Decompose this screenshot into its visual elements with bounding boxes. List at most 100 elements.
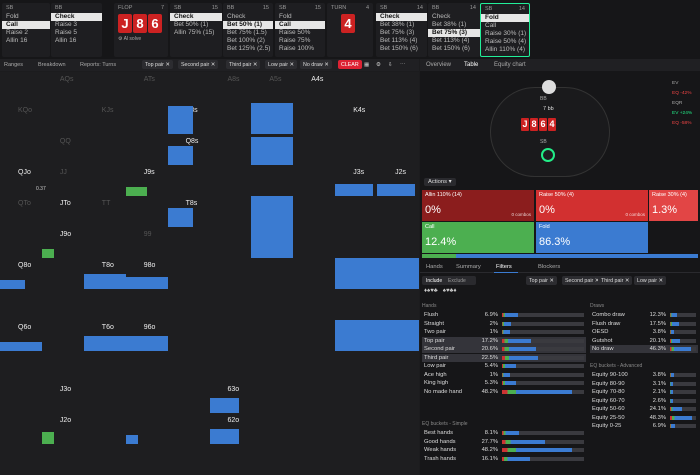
table-row[interactable]: OESD 3.8% bbox=[590, 328, 698, 336]
hand-cell[interactable]: Q8s bbox=[186, 138, 199, 145]
action-option[interactable]: Bet 75% (3) bbox=[428, 29, 480, 37]
hand-cell[interactable]: A4s bbox=[311, 76, 323, 83]
flop-column[interactable]: FLOP 7 J 8 6 ⚙ Al solve bbox=[114, 3, 168, 57]
hand-cell[interactable]: J3o bbox=[60, 386, 71, 393]
action-option[interactable]: Allin 75% (15) bbox=[170, 29, 222, 37]
action-option[interactable]: Bet 38% (1) bbox=[376, 21, 427, 29]
action-option[interactable]: Check bbox=[51, 13, 102, 21]
tab-equity-chart[interactable]: Equity chart bbox=[494, 62, 526, 68]
subtab[interactable]: Filters bbox=[496, 264, 512, 270]
action-option[interactable]: Bet 150% (6) bbox=[376, 45, 427, 53]
hand-cell[interactable]: QTo bbox=[18, 200, 31, 207]
hand-cell[interactable]: A5s bbox=[269, 76, 281, 83]
hand-cell[interactable]: Q8o bbox=[18, 262, 31, 269]
hand-cell[interactable]: JJ bbox=[60, 169, 67, 176]
hand-cell[interactable]: KQo bbox=[18, 107, 32, 114]
action-card[interactable]: Allin 110% (14) 0% 0 combos bbox=[422, 190, 534, 221]
filter-chip[interactable]: Low pair ✕ bbox=[634, 276, 666, 285]
hand-cell[interactable]: 62o bbox=[228, 417, 240, 424]
action-option[interactable]: Fold bbox=[2, 13, 50, 21]
turn-column[interactable]: TURN 4 4 bbox=[327, 3, 373, 57]
filter-chip[interactable]: Second pair ✕ bbox=[178, 60, 219, 69]
hand-cell[interactable]: QQ bbox=[60, 138, 71, 145]
hand-cell[interactable]: J9s bbox=[144, 169, 155, 176]
subtab[interactable]: Blockers bbox=[538, 264, 560, 270]
include-option[interactable]: Include bbox=[426, 278, 442, 284]
action-option[interactable]: Check bbox=[376, 13, 427, 21]
table-row[interactable]: Two pair 1% bbox=[422, 328, 586, 336]
action-option[interactable]: Raise 3 bbox=[51, 21, 102, 29]
action-option[interactable]: Bet 38% (1) bbox=[428, 21, 480, 29]
action-option[interactable]: Raise 2 bbox=[2, 29, 50, 37]
settings-icon[interactable]: ⚙ bbox=[376, 62, 381, 68]
action-card[interactable]: Call 12.4% bbox=[422, 222, 534, 253]
hand-cell[interactable]: JTo bbox=[60, 200, 71, 207]
action-option[interactable]: Check bbox=[223, 13, 273, 21]
hand-cell[interactable]: T8o bbox=[102, 262, 114, 269]
action-option[interactable]: Call bbox=[2, 21, 50, 29]
sb-avatar[interactable] bbox=[541, 148, 555, 162]
table-row[interactable]: Gutshot 20.1% bbox=[590, 337, 698, 345]
action-card[interactable]: Raise 50% (4) 0% 0 combos bbox=[536, 190, 648, 221]
bb-avatar[interactable] bbox=[542, 80, 556, 94]
hand-cell[interactable]: QJo bbox=[18, 169, 31, 176]
clear-button[interactable]: CLEAR bbox=[338, 60, 362, 69]
table-row[interactable]: King high 5.3% bbox=[422, 379, 586, 387]
tab-overview[interactable]: Overview bbox=[426, 62, 451, 68]
action-option[interactable]: Bet 113% (4) bbox=[428, 37, 480, 45]
action-card[interactable]: Fold 86.3% bbox=[536, 222, 648, 253]
table-row[interactable]: Top pair 17.2% bbox=[422, 336, 586, 345]
table-row[interactable]: Low pair 5.4% bbox=[422, 362, 586, 370]
hand-cell[interactable]: 96o bbox=[144, 324, 156, 331]
hand-cell[interactable]: 98o bbox=[144, 262, 156, 269]
hand-cell[interactable]: Q6o bbox=[18, 324, 31, 331]
table-row[interactable]: Third pair 22.5% bbox=[422, 353, 586, 362]
action-option[interactable]: Raise 5 bbox=[51, 29, 102, 37]
export-icon[interactable]: ⇩ bbox=[388, 62, 393, 68]
filter-chip[interactable]: Low pair ✕ bbox=[265, 60, 297, 69]
hand-cell[interactable]: J3s bbox=[353, 169, 364, 176]
action-option[interactable]: Bet 100% (2) bbox=[223, 37, 273, 45]
action-option[interactable]: Bet 150% (6) bbox=[428, 45, 480, 53]
exclude-option[interactable]: Exclude bbox=[448, 278, 466, 284]
action-card[interactable]: Raise 30% (4) 1.3% bbox=[649, 190, 698, 221]
table-row[interactable]: Flush draw 17.5% bbox=[590, 320, 698, 328]
actions-dropdown[interactable]: Actions ▾ bbox=[424, 178, 456, 186]
more-icon[interactable]: ⋯ bbox=[400, 62, 406, 68]
table-row[interactable]: Combo draw 12.3% bbox=[590, 311, 698, 319]
action-option[interactable]: Raise 75% bbox=[275, 37, 325, 45]
action-option[interactable]: Raise 100% bbox=[275, 45, 325, 53]
hand-cell[interactable]: K4s bbox=[353, 107, 365, 114]
hand-cell[interactable]: KJs bbox=[102, 107, 114, 114]
hand-cell[interactable]: AQs bbox=[60, 76, 74, 83]
tab-table[interactable]: Table bbox=[464, 62, 478, 68]
table-row[interactable]: Equity 80-90 3.1% bbox=[590, 380, 698, 388]
hand-cell[interactable]: A8s bbox=[228, 76, 240, 83]
table-row[interactable]: Equity 70-80 2.1% bbox=[590, 388, 698, 396]
tab-breakdown[interactable]: Breakdown bbox=[38, 62, 66, 68]
subtab[interactable]: Summary bbox=[456, 264, 481, 270]
filter-chip[interactable]: No draw ✕ bbox=[300, 60, 332, 69]
table-row[interactable]: Ace high 1% bbox=[422, 371, 586, 379]
action-option[interactable]: Fold bbox=[481, 14, 529, 22]
hand-cell[interactable]: 63o bbox=[228, 386, 240, 393]
table-row[interactable]: Equity 60-70 2.6% bbox=[590, 397, 698, 405]
filter-chip[interactable]: Top pair ✕ bbox=[142, 60, 173, 69]
table-row[interactable]: Equity 90-100 3.8% bbox=[590, 371, 698, 379]
table-row[interactable]: No draw 46.3% bbox=[590, 345, 698, 353]
tab-ranges[interactable]: Ranges bbox=[4, 62, 23, 68]
action-option[interactable]: Check bbox=[170, 13, 222, 21]
hand-cell[interactable]: T6o bbox=[102, 324, 114, 331]
table-row[interactable]: No made hand 48.2% bbox=[422, 388, 586, 396]
table-row[interactable]: Equity 25-50 48.3% bbox=[590, 414, 698, 422]
action-option[interactable]: Bet 50% (1) bbox=[170, 21, 222, 29]
action-option[interactable]: Raise 50% (4) bbox=[481, 38, 529, 46]
hand-cell[interactable]: TT bbox=[102, 200, 111, 207]
table-row[interactable]: Straight 2% bbox=[422, 320, 586, 328]
action-option[interactable]: Bet 75% (1.5) bbox=[223, 29, 273, 37]
action-option[interactable]: Bet 75% (3) bbox=[376, 29, 427, 37]
action-option[interactable]: Call bbox=[275, 21, 325, 29]
hand-cell[interactable]: J2s bbox=[395, 169, 406, 176]
action-option[interactable]: Allin 16 bbox=[2, 37, 50, 45]
hand-cell[interactable]: J9o bbox=[60, 231, 71, 238]
